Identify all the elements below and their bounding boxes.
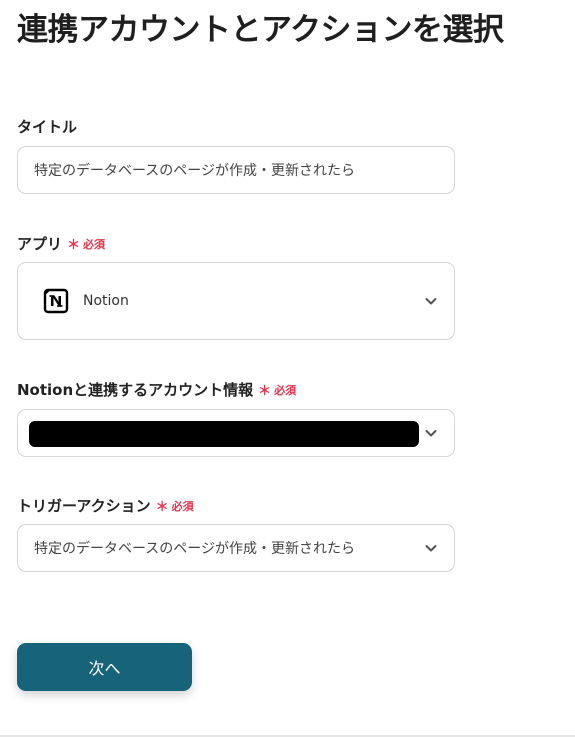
trigger-action-value: 特定のデータベースのページが作成・更新されたら xyxy=(34,541,356,557)
required-badge: ＊ 必須 xyxy=(258,380,297,400)
account-label-text: Notionと連携するアカウント情報 xyxy=(17,381,254,399)
app-name: Notion xyxy=(83,293,129,309)
required-text: 必須 xyxy=(83,237,106,251)
required-badge: ＊ 必須 xyxy=(67,234,106,254)
trigger-label: トリガーアクション ＊ 必須 xyxy=(17,495,194,516)
required-badge: ＊ 必須 xyxy=(155,496,194,516)
app-label-text: アプリ xyxy=(17,235,63,253)
next-button[interactable]: 次へ xyxy=(17,643,192,691)
asterisk-icon: ＊ xyxy=(258,384,272,399)
asterisk-icon: ＊ xyxy=(67,238,81,253)
trigger-action-select[interactable]: 特定のデータベースのページが作成・更新されたら xyxy=(17,524,455,572)
app-select[interactable]: Notion xyxy=(17,262,455,340)
account-select[interactable] xyxy=(17,409,455,457)
required-text: 必須 xyxy=(274,383,297,397)
chevron-down-icon[interactable] xyxy=(424,294,438,308)
title-label-text: タイトル xyxy=(17,118,78,136)
chevron-down-icon[interactable] xyxy=(424,541,438,555)
trigger-label-text: トリガーアクション xyxy=(17,497,151,515)
asterisk-icon: ＊ xyxy=(155,500,169,515)
app-label: アプリ ＊ 必須 xyxy=(17,233,105,254)
title-label: タイトル xyxy=(17,116,77,137)
account-label: Notionと連携するアカウント情報 ＊ 必須 xyxy=(17,379,296,400)
title-input[interactable] xyxy=(18,147,454,193)
page-title: 連携アカウントとアクションを選択 xyxy=(17,12,504,48)
chevron-down-icon[interactable] xyxy=(424,426,438,440)
required-text: 必須 xyxy=(171,499,194,513)
title-field[interactable] xyxy=(17,146,455,194)
redacted-account-info xyxy=(29,421,419,447)
notion-icon xyxy=(43,288,69,314)
